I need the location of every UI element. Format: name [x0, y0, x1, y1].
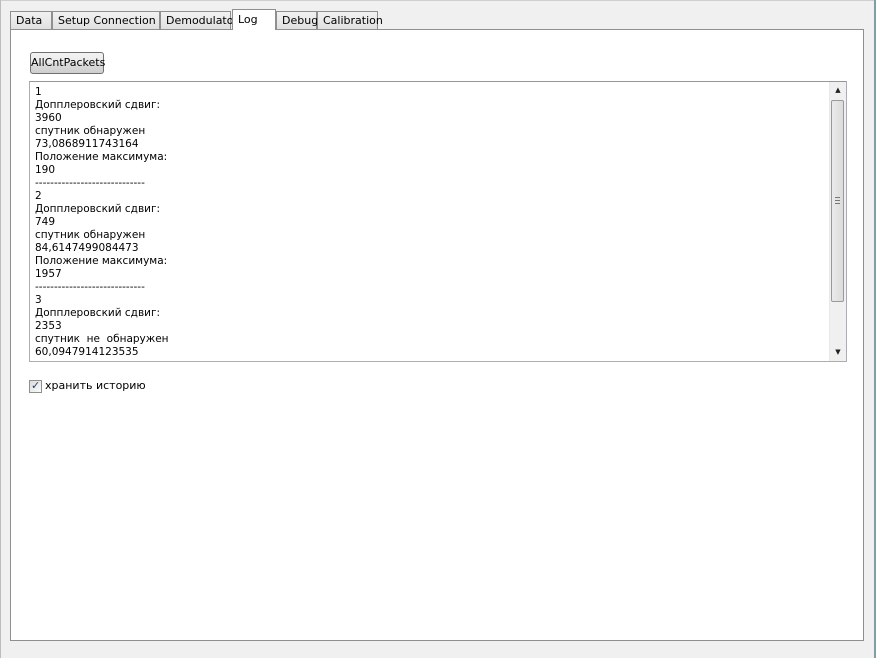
window-left-edge	[0, 0, 1, 658]
log-scrollbar[interactable]: ▲ ▼	[829, 82, 846, 361]
log-text: 1 Допплеровский сдвиг: 3960 спутник обнаруж…	[35, 86, 825, 359]
scroll-down-arrow-icon[interactable]: ▼	[830, 344, 846, 361]
keep-history-row: ✓ хранить историю	[29, 379, 146, 393]
checkmark-icon: ✓	[31, 378, 41, 392]
tab-demodulator[interactable]: Demodulator	[160, 11, 238, 29]
log-line: 1	[35, 86, 42, 98]
log-line: -----------------------------	[35, 177, 145, 189]
log-line: Положение максимума:	[35, 255, 168, 267]
tab-data[interactable]: Data	[10, 11, 52, 29]
log-line: 3	[35, 294, 42, 306]
log-line: -----------------------------	[35, 281, 145, 293]
log-line: спутник обнаружен	[35, 125, 146, 137]
log-line: 749	[35, 216, 56, 228]
log-line: 2353	[35, 320, 62, 332]
log-line: 190	[35, 164, 56, 176]
tab-debug[interactable]: Debug	[276, 11, 318, 29]
scroll-grip-icon	[835, 197, 840, 204]
log-line: 2	[35, 190, 42, 202]
log-line: 84,6147499084473	[35, 242, 139, 254]
log-tab-panel: AllCntPackets 1 Допплеровский сдвиг: 3960 с…	[10, 29, 864, 641]
keep-history-label[interactable]: хранить историю	[45, 379, 146, 393]
window-top-edge	[0, 0, 876, 1]
log-textbox[interactable]: 1 Допплеровский сдвиг: 3960 спутник обнаруж…	[29, 81, 847, 362]
log-line: Допплеровский сдвиг:	[35, 307, 161, 319]
tab-calibration[interactable]: Calibration	[317, 11, 383, 29]
log-line: спутник не обнаружен	[35, 333, 169, 345]
log-line: 60,0947914123535	[35, 346, 139, 358]
log-line: Положение максимума:	[35, 151, 168, 163]
log-line: 73,0868911743164	[35, 138, 139, 150]
all-cnt-packets-button[interactable]: AllCntPackets	[30, 52, 105, 74]
log-line: спутник обнаружен	[35, 229, 146, 241]
tab-setup-connection[interactable]: Setup Connection	[52, 11, 160, 29]
scroll-up-arrow-icon[interactable]: ▲	[830, 82, 846, 99]
log-line: Допплеровский сдвиг:	[35, 99, 161, 111]
keep-history-checkbox[interactable]: ✓	[29, 378, 42, 393]
tab-log[interactable]: Log	[232, 9, 276, 30]
log-line: Допплеровский сдвиг:	[35, 203, 161, 215]
scroll-thumb[interactable]	[831, 100, 844, 302]
log-line: 3960	[35, 112, 62, 124]
log-line: 1957	[35, 268, 62, 280]
